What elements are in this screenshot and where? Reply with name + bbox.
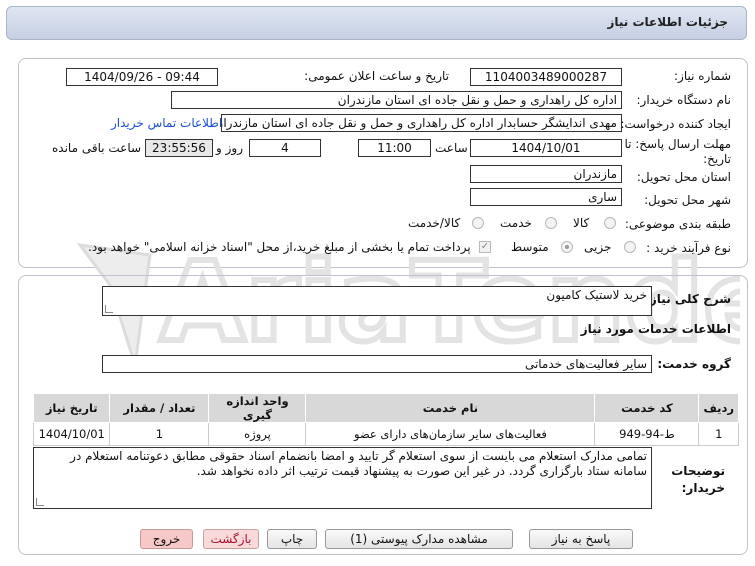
buyer-contact-link[interactable]: اطلاعات تماس خریدار	[111, 116, 222, 130]
cell-row-number: 1	[698, 422, 739, 446]
deadline-label: مهلت ارسال پاسخ: تا	[624, 137, 731, 151]
treasury-payment-note: پرداخت تمام یا بخشی از مبلغ خرید،از محل …	[88, 240, 471, 254]
buyer-notes-label-2: خریدار:	[681, 481, 725, 495]
need-number-field: 1104003489000287	[470, 68, 622, 86]
page-title: جزئیات اطلاعات نیاز	[607, 15, 728, 29]
resize-handle-icon[interactable]	[36, 498, 44, 506]
category-goods-radio[interactable]	[604, 217, 616, 229]
col-service-name: نام خدمت	[305, 393, 596, 423]
col-quantity: تعداد / مقدار	[109, 393, 210, 423]
table-header-row: ردیف کد خدمت نام خدمت واحد اندازه گیری ت…	[32, 393, 739, 423]
cell-quantity: 1	[109, 422, 210, 446]
deadline-time-field: 11:00	[358, 139, 431, 157]
view-attachments-button[interactable]: مشاهده مدارک پیوستی (1)	[325, 529, 513, 549]
cell-unit: پروژه	[208, 422, 307, 446]
deadline-time-label: ساعت	[435, 141, 468, 155]
creator-field: مهدی اندایشگر حسابدار اداره کل راهداری و…	[221, 114, 622, 132]
category-goods-service-radio[interactable]	[472, 217, 484, 229]
cell-need-date: 1404/10/01	[32, 422, 111, 446]
summary-text: خرید لاستیک کامیون	[546, 288, 647, 302]
col-unit: واحد اندازه گیری	[208, 393, 307, 423]
cell-service-name: فعالیت‌های سایر سازمان‌های دارای عضو	[305, 422, 596, 446]
category-goods-label: کالا	[573, 216, 590, 230]
need-number-label: شماره نیاز:	[674, 69, 731, 83]
buyer-notes-label: توضیحات	[671, 464, 725, 478]
purchase-minor-radio[interactable]	[624, 241, 636, 253]
days-label: روز و	[216, 141, 243, 155]
resize-handle-icon[interactable]	[105, 305, 113, 313]
category-goods-service-label: کالا/خدمت	[408, 216, 461, 230]
province-label: استان محل تحویل:	[636, 170, 731, 184]
treasury-payment-checkbox[interactable]: ✓	[479, 241, 491, 253]
announce-label: تاریخ و ساعت اعلان عمومی:	[304, 69, 449, 83]
col-row-number: ردیف	[698, 393, 739, 423]
print-button[interactable]: چاپ	[267, 529, 317, 549]
summary-textarea[interactable]: خرید لاستیک کامیون	[102, 286, 652, 316]
category-service-label: خدمت	[500, 216, 532, 230]
buyer-notes-textarea[interactable]: تمامی مدارک استعلام می بایست از سوی استع…	[33, 447, 652, 509]
remaining-time-field: 23:55:56	[145, 139, 213, 157]
city-label: شهر محل تحویل:	[644, 193, 731, 207]
service-group-field: سایر فعالیت‌های خدماتی	[102, 355, 652, 373]
category-service-radio[interactable]	[545, 217, 557, 229]
buyer-org-label: نام دستگاه خریدار:	[636, 93, 732, 107]
creator-label: ایجاد کننده درخواست:	[620, 117, 731, 131]
category-label: طبقه بندی موضوعی:	[624, 217, 731, 231]
deadline-date-field: 1404/10/01	[470, 139, 622, 157]
announce-datetime-field: 1404/09/26 - 09:44	[66, 68, 218, 86]
cell-service-code: ط-94-949	[594, 422, 700, 446]
services-table: ردیف کد خدمت نام خدمت واحد اندازه گیری ت…	[32, 393, 739, 446]
col-service-code: کد خدمت	[594, 393, 700, 423]
table-row: 1 ط-94-949 فعالیت‌های سایر سازمان‌های دا…	[32, 422, 739, 446]
province-field: مازندران	[470, 165, 622, 183]
buyer-org-field: اداره کل راهداری و حمل و نقل جاده ای است…	[171, 91, 622, 109]
deadline-label-date: تاریخ:	[703, 152, 731, 166]
remaining-time-label: ساعت باقی مانده	[52, 141, 142, 155]
buyer-notes-text: تمامی مدارک استعلام می بایست از سوی استع…	[70, 449, 647, 478]
col-need-date: تاریخ نیاز	[32, 393, 111, 423]
need-details-panel	[18, 58, 748, 268]
service-group-label: گروه خدمت:	[657, 357, 731, 371]
back-button[interactable]: بازگشت	[203, 529, 259, 549]
purchase-minor-label: جزیی	[584, 240, 612, 254]
purchase-type-label: نوع فرآیند خرید :	[646, 241, 731, 255]
purchase-medium-label: متوسط	[511, 240, 549, 254]
services-section-title: اطلاعات خدمات مورد نیاز	[580, 322, 731, 336]
city-field: ساری	[470, 188, 622, 206]
summary-label: شرح کلی نیاز:	[645, 292, 731, 306]
days-remaining-field: 4	[249, 139, 321, 157]
reply-button[interactable]: پاسخ به نیاز	[529, 529, 633, 549]
page-title-bar: جزئیات اطلاعات نیاز	[6, 6, 747, 40]
exit-button[interactable]: خروج	[140, 529, 193, 549]
purchase-medium-radio[interactable]	[561, 241, 573, 253]
